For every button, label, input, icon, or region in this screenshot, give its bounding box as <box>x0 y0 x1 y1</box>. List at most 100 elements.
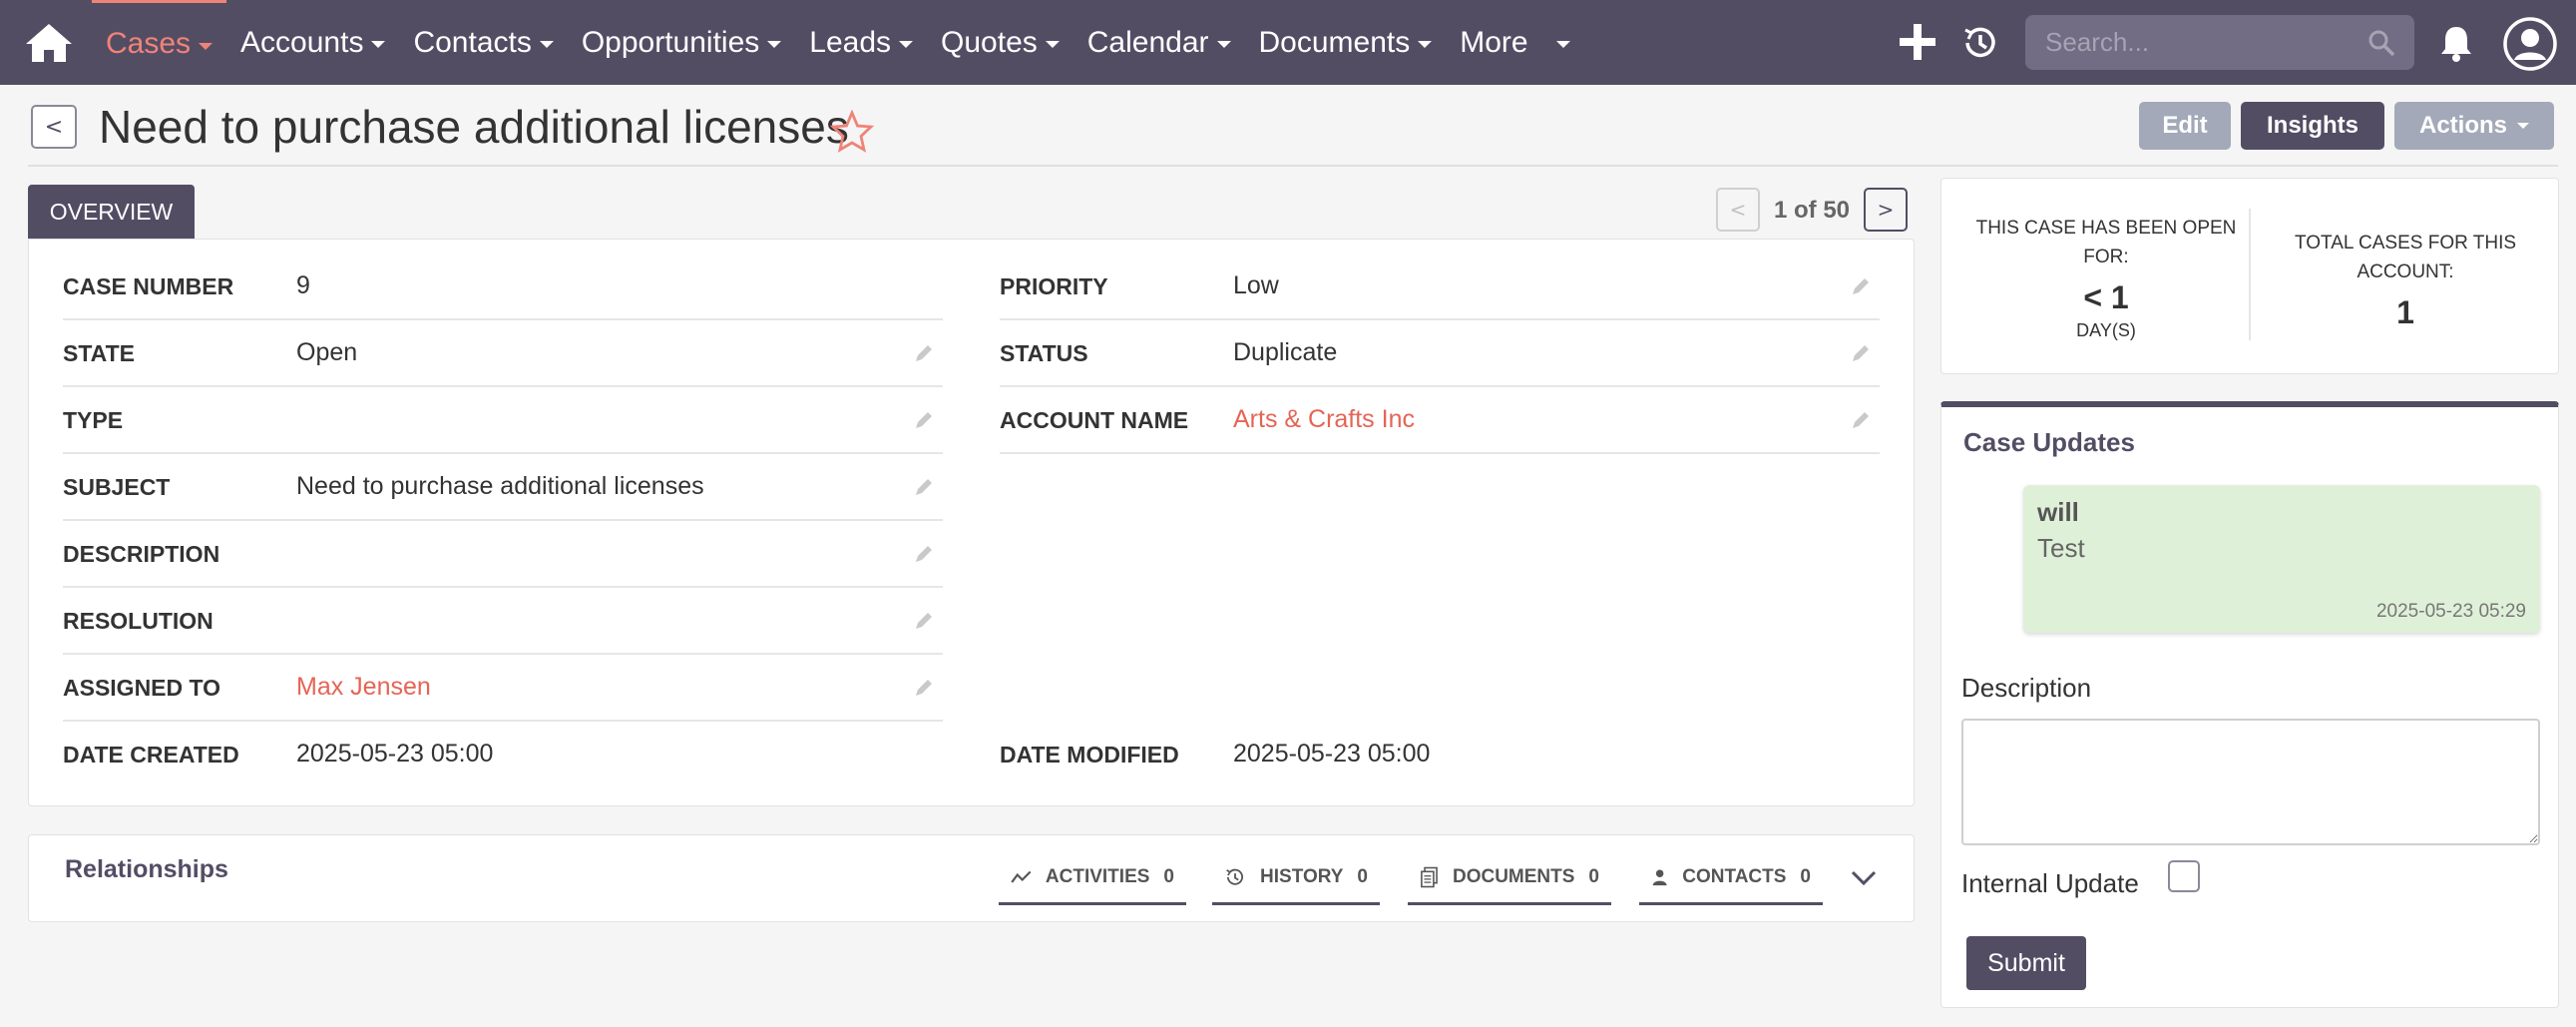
caret-down-icon <box>1418 41 1433 48</box>
nav-item-calendar[interactable]: Calendar <box>1073 0 1245 85</box>
field-value: Low <box>1233 271 1279 299</box>
field-value: Need to purchase additional licenses <box>296 472 704 500</box>
stat-value: < 1 <box>2083 279 2129 315</box>
description-label: Description <box>1961 673 2092 703</box>
rel-tab-label: DOCUMENTS <box>1452 865 1575 887</box>
field-label: DATE MODIFIED <box>1000 742 1179 768</box>
plus-icon[interactable] <box>1896 20 1939 64</box>
field-state[interactable]: STATE Open <box>63 320 943 387</box>
field-description[interactable]: DESCRIPTION <box>63 521 943 588</box>
field-label: RESOLUTION <box>63 608 214 634</box>
pencil-icon[interactable] <box>913 409 935 431</box>
nav-item-leads[interactable]: Leads <box>795 0 927 85</box>
submit-button[interactable]: Submit <box>1966 936 2086 990</box>
field-label: ACCOUNT NAME <box>1000 407 1189 433</box>
divider <box>2249 209 2251 340</box>
case-stats-panel: THIS CASE HAS BEEN OPEN FOR: < 1 DAY(S) … <box>1940 178 2559 374</box>
global-search <box>2025 15 2414 70</box>
relationships-panel: Relationships ACTIVITIES 0 HISTORY 0 DOCUM… <box>28 834 1915 922</box>
nav-item-quotes[interactable]: Quotes <box>927 0 1073 85</box>
field-value: Open <box>296 338 358 366</box>
nav-item-contacts[interactable]: Contacts <box>399 0 567 85</box>
pencil-icon[interactable] <box>913 476 935 498</box>
update-text: Test <box>2037 533 2085 563</box>
stat-unit: DAY(S) <box>2076 320 2136 340</box>
next-record-button[interactable]: > <box>1864 188 1908 232</box>
rel-tab-label: HISTORY <box>1260 865 1344 887</box>
rel-tab-history[interactable]: HISTORY 0 <box>1212 851 1380 905</box>
nav-item-label: Opportunities <box>581 25 760 59</box>
page-title: Need to purchase additional licenses <box>99 101 849 153</box>
caret-down-icon <box>539 41 554 48</box>
divider <box>28 165 2558 167</box>
back-button[interactable]: < <box>31 105 77 149</box>
pencil-icon[interactable] <box>913 610 935 632</box>
history-icon <box>1226 868 1244 885</box>
internal-update-checkbox[interactable] <box>2168 860 2200 892</box>
caret-down-icon <box>1555 41 1570 48</box>
nav-item-label: Quotes <box>941 25 1038 59</box>
actions-label: Actions <box>2418 112 2507 139</box>
field-status[interactable]: STATUS Duplicate <box>1000 320 1880 387</box>
relationships-title[interactable]: Relationships <box>65 855 228 884</box>
pencil-icon[interactable] <box>1850 275 1872 297</box>
field-label: STATE <box>63 340 135 366</box>
search-input[interactable] <box>2025 15 2364 70</box>
search-icon[interactable] <box>2366 28 2396 58</box>
field-subject[interactable]: SUBJECT Need to purchase additional lice… <box>63 454 943 521</box>
account-link[interactable]: Arts & Crafts Inc <box>1233 405 1415 434</box>
pencil-icon[interactable] <box>913 543 935 565</box>
pencil-icon[interactable] <box>913 677 935 699</box>
field-value: 2025-05-23 05:00 <box>1233 740 1431 768</box>
pencil-icon[interactable] <box>1850 342 1872 364</box>
caret-down-icon <box>2517 123 2529 129</box>
field-value: Duplicate <box>1233 338 1338 366</box>
favorite-star-icon[interactable] <box>830 110 874 154</box>
history-icon[interactable] <box>1959 22 2001 64</box>
update-timestamp: 2025-05-23 05:29 <box>2375 601 2526 622</box>
rel-tab-documents[interactable]: DOCUMENTS 0 <box>1408 851 1611 905</box>
previous-record-button[interactable]: < <box>1716 188 1760 232</box>
field-label: TYPE <box>63 407 124 433</box>
case-updates-panel: Case Updates will Test 2025-05-23 05:29 … <box>1940 401 2559 1008</box>
pencil-icon[interactable] <box>1850 409 1872 431</box>
edit-button[interactable]: Edit <box>2139 102 2231 150</box>
tab-overview[interactable]: OVERVIEW <box>28 185 195 239</box>
nav-item-more[interactable]: More <box>1446 0 1583 85</box>
field-resolution[interactable]: RESOLUTION <box>63 588 943 655</box>
chevron-down-icon[interactable] <box>1849 865 1879 889</box>
caret-down-icon <box>199 42 214 50</box>
nav-item-cases[interactable]: Cases <box>92 0 227 85</box>
caret-down-icon <box>1216 41 1231 48</box>
insights-button[interactable]: Insights <box>2241 102 2384 150</box>
nav-item-accounts[interactable]: Accounts <box>226 0 399 85</box>
field-priority[interactable]: PRIORITY Low <box>1000 254 1880 320</box>
update-description-textarea[interactable] <box>1961 719 2540 845</box>
caret-down-icon <box>1045 41 1060 48</box>
home-icon[interactable] <box>22 20 76 66</box>
notification-bell-icon[interactable] <box>2436 22 2476 64</box>
top-nav: Cases Accounts Contacts Opportunities Le… <box>0 0 2576 85</box>
nav-item-opportunities[interactable]: Opportunities <box>568 0 795 85</box>
field-label: SUBJECT <box>63 474 171 500</box>
field-label: CASE NUMBER <box>63 273 234 299</box>
field-label: DATE CREATED <box>63 742 239 768</box>
stat-value: 1 <box>2396 294 2414 330</box>
field-account-name[interactable]: ACCOUNT NAME Arts & Crafts Inc <box>1000 387 1880 454</box>
field-date-created: DATE CREATED 2025-05-23 05:00 <box>63 722 943 788</box>
actions-dropdown-button[interactable]: Actions <box>2394 102 2554 150</box>
rel-tab-contacts[interactable]: CONTACTS 0 <box>1639 851 1823 905</box>
assigned-user-link[interactable]: Max Jensen <box>296 673 431 702</box>
update-author: will <box>2037 497 2079 527</box>
field-label: STATUS <box>1000 340 1088 366</box>
user-avatar-icon[interactable] <box>2502 16 2558 72</box>
field-type[interactable]: TYPE <box>63 387 943 454</box>
case-update-bubble: will Test 2025-05-23 05:29 <box>2023 485 2540 633</box>
field-value: 9 <box>296 271 310 299</box>
field-assigned-to[interactable]: ASSIGNED TO Max Jensen <box>63 655 943 722</box>
nav-item-documents[interactable]: Documents <box>1245 0 1447 85</box>
field-label: ASSIGNED TO <box>63 675 221 701</box>
stat-caption: THIS CASE HAS BEEN OPEN FOR: <box>1975 218 2237 267</box>
pencil-icon[interactable] <box>913 342 935 364</box>
rel-tab-activities[interactable]: ACTIVITIES 0 <box>999 851 1186 905</box>
